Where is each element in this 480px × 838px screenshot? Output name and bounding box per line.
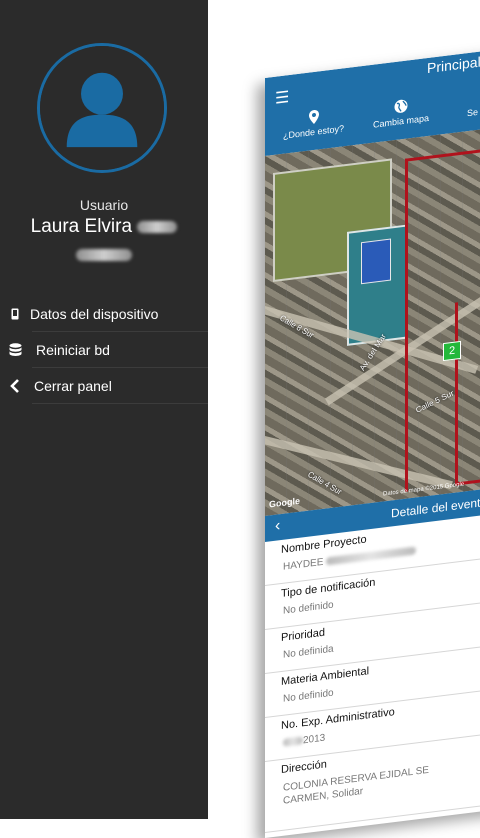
nav-button-other[interactable]: Se bbox=[467, 90, 478, 118]
street-label: Calle 4 Sur bbox=[305, 469, 344, 497]
detail-fields: Nombre Proyecto HAYDEE Tipo de notificac… bbox=[265, 510, 480, 833]
avatar bbox=[37, 43, 167, 173]
field-value-text: HAYDEE bbox=[283, 556, 324, 573]
google-logo: Google bbox=[269, 495, 300, 510]
field-value: No definido bbox=[283, 599, 334, 617]
field-value: 2013 bbox=[283, 733, 325, 749]
redacted-text bbox=[76, 248, 132, 261]
database-icon bbox=[8, 332, 22, 367]
redacted-text bbox=[137, 220, 178, 233]
map-court-inner bbox=[361, 238, 391, 285]
side-panel: Usuario Laura Elvira Datos del dispositi… bbox=[0, 0, 208, 819]
change-map-button[interactable]: Cambia mapa bbox=[373, 96, 429, 130]
location-pin-icon bbox=[308, 110, 319, 125]
nav-label: ¿Donde estoy? bbox=[283, 123, 345, 141]
where-am-i-button[interactable]: ¿Donde estoy? bbox=[283, 106, 345, 141]
map-route bbox=[455, 293, 480, 486]
menu-item-device-data[interactable]: Datos del dispositivo bbox=[11, 296, 208, 332]
redacted-text bbox=[326, 546, 417, 566]
other-icon bbox=[467, 90, 478, 105]
satellite-map[interactable]: 2 Calle 8 Sur Calle 5 Sur Av. del Mar Ca… bbox=[265, 124, 480, 516]
menu-item-close-panel[interactable]: Cerrar panel bbox=[10, 368, 208, 404]
user-role: Usuario bbox=[79, 197, 129, 213]
app-title: Principal bbox=[427, 53, 480, 77]
menu-item-reset-db[interactable]: Reiniciar bd bbox=[9, 332, 208, 368]
field-label: Prioridad bbox=[281, 626, 326, 645]
globe-icon bbox=[394, 99, 408, 113]
phone-screen: ☰ Principal ¿Donde estoy? Cambia mapa Se… bbox=[265, 46, 480, 838]
side-menu: Datos del dispositivo Reiniciar bd Cerra… bbox=[0, 296, 208, 404]
field-value: No definido bbox=[283, 687, 334, 705]
menu-item-label: Reiniciar bd bbox=[36, 341, 110, 358]
field-label: Dirección bbox=[281, 758, 327, 777]
user-name: Laura Elvira bbox=[20, 215, 188, 263]
phone-icon bbox=[8, 296, 22, 331]
map-marker[interactable]: 2 bbox=[443, 340, 461, 362]
field-value: No definida bbox=[283, 643, 334, 661]
field-value-text: 2013 bbox=[303, 732, 326, 747]
chevron-left-icon bbox=[8, 368, 22, 403]
menu-item-label: Cerrar panel bbox=[34, 377, 112, 394]
menu-item-label: Datos del dispositivo bbox=[30, 305, 159, 322]
redacted-text bbox=[283, 736, 303, 748]
user-icon bbox=[40, 46, 164, 170]
hamburger-menu-icon[interactable]: ☰ bbox=[275, 87, 289, 109]
back-arrow-icon[interactable]: ‹ bbox=[275, 517, 280, 536]
nav-label: Cambia mapa bbox=[373, 112, 430, 130]
user-name-text: Laura Elvira bbox=[30, 216, 133, 237]
nav-label: Se bbox=[467, 106, 479, 119]
